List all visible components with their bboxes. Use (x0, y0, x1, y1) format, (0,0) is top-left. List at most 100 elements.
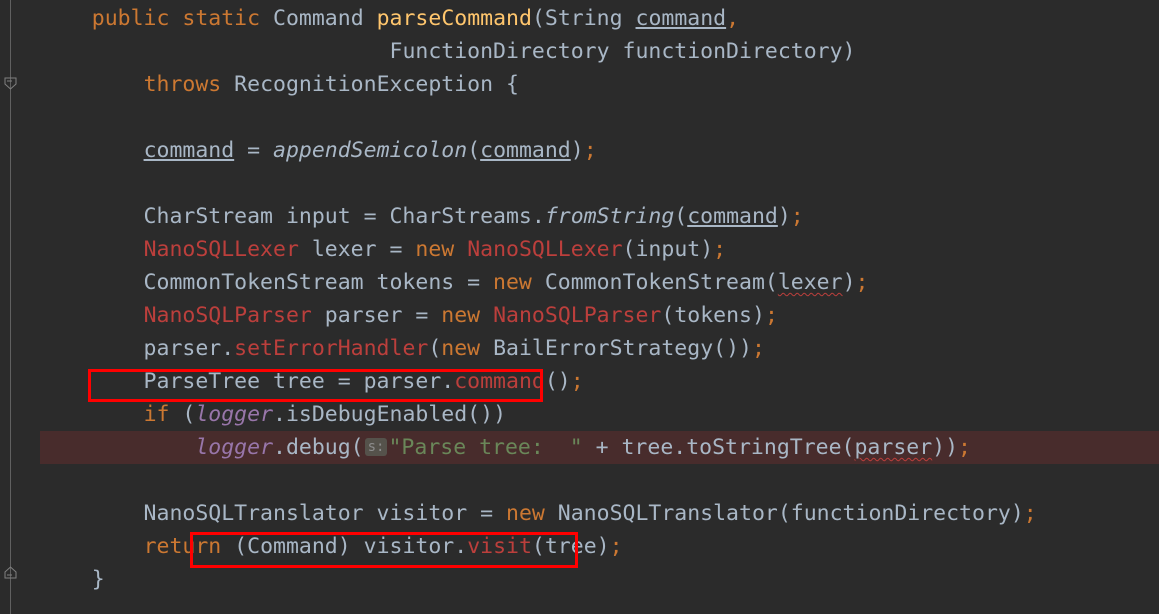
editor-gutter[interactable] (0, 0, 40, 614)
unresolved-symbol: NanoSQLParser (143, 303, 312, 328)
code-token: new (441, 303, 481, 328)
code-token: Command (273, 6, 364, 31)
code-token: ( (531, 6, 545, 31)
code-token: ) (570, 138, 584, 163)
code-token: (Command) visitor. (221, 534, 468, 559)
unresolved-symbol: NanoSQLLexer (143, 237, 299, 262)
code-line[interactable] (0, 464, 1159, 497)
code-editor[interactable]: public static Command parseCommand(Strin… (0, 0, 1159, 614)
code-token: command (687, 204, 778, 229)
code-fold-region-line (10, 0, 11, 614)
code-token: if (143, 402, 170, 427)
code-token: parseCommand (376, 6, 532, 31)
unresolved-symbol: visit (467, 534, 532, 559)
code-token: ; (1023, 501, 1037, 526)
code-token: ; (751, 336, 765, 361)
code-token: new (441, 336, 481, 361)
code-token: ; (713, 237, 727, 262)
code-line[interactable]: NanoSQLParser parser = new NanoSQLParser… (0, 299, 1159, 332)
code-line[interactable]: return (Command) visitor.visit(tree); (0, 530, 1159, 563)
code-line[interactable]: throws RecognitionException { (0, 68, 1159, 101)
code-line[interactable] (0, 167, 1159, 200)
code-token: ( (169, 402, 196, 427)
code-line[interactable]: FunctionDirectory functionDirectory) (0, 35, 1159, 68)
code-token: new (415, 237, 455, 262)
code-token: command (635, 6, 727, 31)
code-token: logger (195, 402, 274, 427)
code-token: ParseTree tree = parser. (40, 369, 455, 394)
code-content[interactable]: public static Command parseCommand(Strin… (0, 0, 1159, 614)
code-token: fromString (544, 204, 675, 229)
code-line[interactable] (0, 101, 1159, 134)
code-line[interactable]: CharStream input = CharStreams.fromStrin… (0, 200, 1159, 233)
code-token: RecognitionException { (221, 72, 519, 97)
code-token: parser. (40, 336, 235, 361)
code-token: command (480, 138, 571, 163)
code-token: , (726, 6, 740, 31)
code-line[interactable]: } (0, 563, 1159, 596)
code-token: (input) (622, 237, 714, 262)
code-token: ; (958, 435, 971, 460)
code-token: ) (842, 270, 856, 295)
code-line-text: logger.debug(s: "Parse tree: " + tree.toS… (0, 431, 971, 464)
code-token: "Parse tree: " (388, 435, 583, 460)
code-line[interactable]: ParseTree tree = parser.command(); (0, 365, 1159, 398)
code-token: ; (570, 369, 584, 394)
unresolved-symbol: NanoSQLParser (493, 303, 662, 328)
code-line-text: FunctionDirectory functionDirectory) (0, 35, 856, 68)
code-line-text: CommonTokenStream tokens = new CommonTok… (0, 266, 869, 299)
code-line-text: ParseTree tree = parser.command(); (0, 365, 584, 398)
code-token: .debug( (273, 435, 364, 460)
code-token: (tokens) (661, 303, 765, 328)
code-line[interactable]: CommonTokenStream tokens = new CommonTok… (0, 266, 1159, 299)
code-token: parser = (311, 303, 442, 328)
code-line-text: NanoSQLLexer lexer = new NanoSQLLexer(in… (0, 233, 727, 266)
code-token: () (544, 369, 571, 394)
code-line[interactable]: parser.setErrorHandler(new BailErrorStra… (0, 332, 1159, 365)
code-token: FunctionDirectory functionDirectory) (389, 39, 856, 64)
code-token: return (143, 534, 222, 559)
code-line-text: CharStream input = CharStreams.fromStrin… (0, 200, 804, 233)
code-line[interactable]: public static Command parseCommand(Strin… (0, 2, 1159, 35)
code-token: public (91, 6, 170, 31)
code-line[interactable]: NanoSQLLexer lexer = new NanoSQLLexer(in… (0, 233, 1159, 266)
code-token: NanoSQLTranslator visitor = (40, 501, 506, 526)
code-line[interactable]: NanoSQLTranslator visitor = new NanoSQLT… (0, 497, 1159, 530)
code-line-text: NanoSQLParser parser = new NanoSQLParser… (0, 299, 778, 332)
code-token: ) (777, 204, 791, 229)
code-token: ; (764, 303, 778, 328)
code-token: ; (855, 270, 869, 295)
code-token: ( (467, 138, 481, 163)
code-token: .isDebugEnabled()) (273, 402, 507, 427)
parameter-hint-chip: s: (364, 438, 388, 456)
code-token: = (234, 138, 274, 163)
code-token: ( (428, 336, 442, 361)
unresolved-symbol: setErrorHandler (234, 336, 429, 361)
code-token: + tree.toStringTree( (582, 435, 855, 460)
code-line[interactable]: logger.debug(s: "Parse tree: " + tree.toS… (0, 431, 1159, 464)
code-token: command (143, 138, 235, 163)
code-token: logger (195, 435, 274, 460)
error-underlined-symbol: parser (854, 435, 933, 460)
code-line-text: command = appendSemicolon(command); (0, 134, 597, 167)
code-token: ( (674, 204, 688, 229)
code-fold-collapse-up-icon[interactable] (3, 565, 18, 580)
code-token: NanoSQLTranslator(functionDirectory) (544, 501, 1024, 526)
code-token: throws (143, 72, 222, 97)
code-token: )) (932, 435, 959, 460)
code-token: (tree) (531, 534, 610, 559)
code-line-text: return (Command) visitor.visit(tree); (0, 530, 623, 563)
code-token: String (544, 6, 623, 31)
code-line[interactable]: command = appendSemicolon(command); (0, 134, 1159, 167)
code-fold-collapse-down-icon[interactable] (3, 76, 18, 91)
code-token: ; (583, 138, 597, 163)
code-line[interactable]: if (logger.isDebugEnabled()) (0, 398, 1159, 431)
